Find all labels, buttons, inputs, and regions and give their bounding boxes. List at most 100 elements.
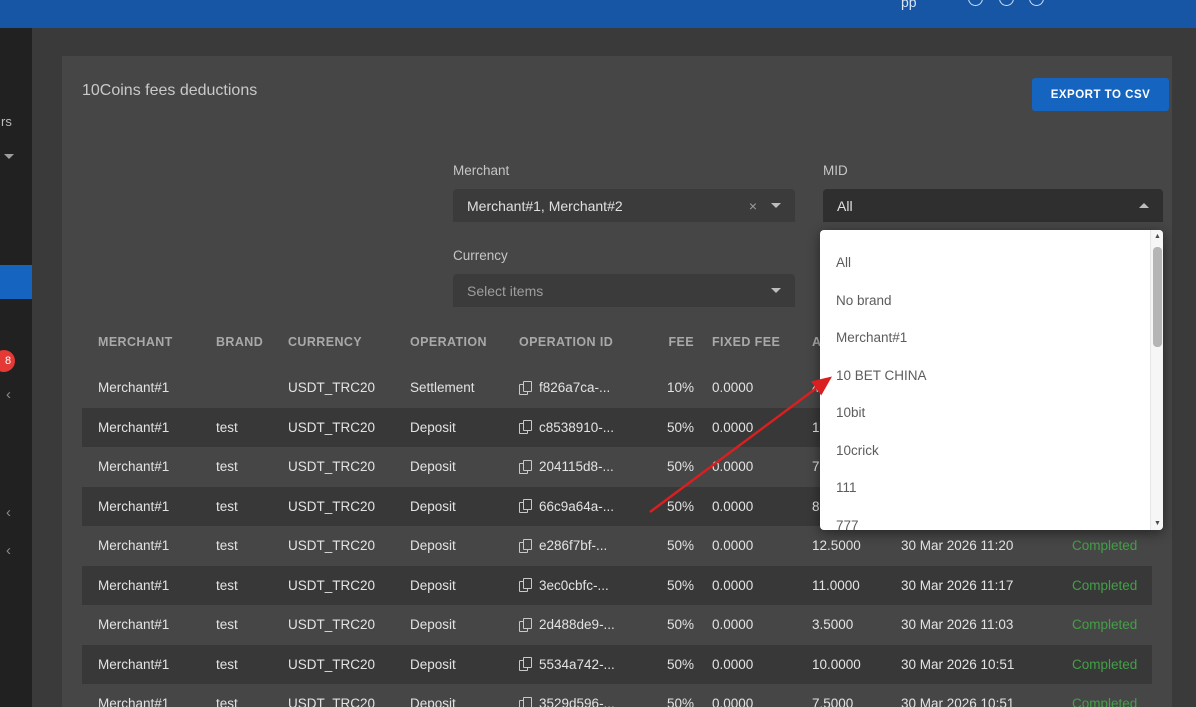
mid-select-value: All (837, 198, 1139, 214)
cell-operation-id: e286f7bf-... (519, 526, 607, 566)
topbar-icon-3[interactable] (1029, 0, 1044, 6)
operation-id-text: f826a7ca-... (539, 380, 610, 395)
cell-fixed-fee: 0.0000 (712, 487, 753, 527)
cell-operation-id: 66c9a64a-... (519, 487, 614, 527)
mid-dropdown-option[interactable]: 10crick (820, 432, 1163, 470)
cell-brand: test (216, 487, 238, 527)
table-row: Merchant#1testUSDT_TRC20Deposit3529d596-… (82, 684, 1152, 707)
cell-operation-id: 204115d8-... (519, 447, 614, 487)
mid-dropdown-list: AllNo brandMerchant#110 BET CHINA10bit10… (820, 244, 1163, 530)
cell-operation: Deposit (410, 408, 456, 448)
cell-date: 30 Mar 2026 10:51 (901, 684, 1014, 707)
copy-icon[interactable] (519, 657, 531, 671)
chevron-down-icon[interactable] (4, 154, 14, 159)
cell-amount: 7 (812, 447, 820, 487)
cell-merchant: Merchant#1 (98, 526, 169, 566)
operation-id-text: e286f7bf-... (539, 538, 607, 553)
mid-dropdown-option[interactable]: 111 (820, 469, 1163, 507)
copy-icon[interactable] (519, 539, 531, 553)
mid-select[interactable]: All (823, 189, 1163, 222)
cell-amount: 3.5000 (812, 605, 853, 645)
cell-operation: Deposit (410, 487, 456, 527)
mid-dropdown-option[interactable]: 10 BET CHINA (820, 357, 1163, 395)
cell-fee: 50% (602, 645, 694, 685)
scroll-down-icon[interactable] (1151, 520, 1163, 527)
clear-icon[interactable] (749, 198, 757, 214)
copy-icon[interactable] (519, 618, 531, 632)
cell-status: Completed (1072, 645, 1137, 685)
mid-dropdown-option[interactable]: Merchant#1 (820, 319, 1163, 357)
topbar-icon-1[interactable] (968, 0, 983, 6)
chevron-left-icon[interactable]: ‹ (6, 504, 11, 521)
chevron-left-icon[interactable]: ‹ (6, 386, 11, 403)
cell-amount: 12.5000 (812, 526, 861, 566)
sidebar-item-label-fragment: rs (1, 114, 12, 129)
currency-select[interactable]: Select items (453, 274, 795, 307)
cell-operation: Deposit (410, 526, 456, 566)
table-row: Merchant#1testUSDT_TRC20Deposit2d488de9-… (82, 605, 1152, 645)
sidebar-active-item[interactable] (0, 265, 32, 299)
copy-icon[interactable] (519, 697, 531, 707)
copy-icon[interactable] (519, 460, 531, 474)
scroll-up-icon[interactable] (1151, 233, 1163, 240)
cell-operation: Settlement (410, 368, 475, 408)
cell-operation-id: c8538910-... (519, 408, 614, 448)
mid-dropdown-option[interactable]: 777 (820, 507, 1163, 531)
header-fee: FEE (602, 328, 694, 356)
merchant-select[interactable]: Merchant#1, Merchant#2 (453, 189, 795, 222)
cell-amount: 8 (812, 487, 820, 527)
copy-icon[interactable] (519, 499, 531, 513)
copy-icon[interactable] (519, 578, 531, 592)
cell-amount: 4 (812, 368, 820, 408)
export-to-csv-button[interactable]: EXPORT TO CSV (1032, 78, 1169, 111)
cell-status: Completed (1072, 605, 1137, 645)
chevron-left-icon[interactable]: ‹ (6, 542, 11, 559)
table-row: Merchant#1testUSDT_TRC20Deposite286f7bf-… (82, 526, 1152, 566)
header-operation: OPERATION (410, 328, 487, 356)
copy-icon[interactable] (519, 381, 531, 395)
scrollbar-thumb[interactable] (1153, 247, 1162, 347)
cell-merchant: Merchant#1 (98, 487, 169, 527)
cell-amount: 1 (812, 408, 820, 448)
cell-operation-id: f826a7ca-... (519, 368, 610, 408)
dropdown-scrollbar[interactable] (1150, 230, 1163, 530)
cell-merchant: Merchant#1 (98, 408, 169, 448)
mid-dropdown-option[interactable]: All (820, 244, 1163, 282)
currency-select-placeholder: Select items (467, 283, 771, 299)
chevron-up-icon[interactable] (1139, 203, 1149, 208)
cell-amount: 10.0000 (812, 645, 861, 685)
cell-merchant: Merchant#1 (98, 368, 169, 408)
cell-currency: USDT_TRC20 (288, 368, 375, 408)
cell-operation-id: 3ec0cbfc-... (519, 566, 609, 606)
cell-brand: test (216, 684, 238, 707)
cell-date: 30 Mar 2026 11:20 (901, 526, 1013, 566)
mid-dropdown: AllNo brandMerchant#110 BET CHINA10bit10… (820, 230, 1163, 530)
mid-dropdown-option[interactable]: No brand (820, 282, 1163, 320)
header-fixed-fee: FIXED FEE (712, 328, 780, 356)
chevron-down-icon[interactable] (771, 288, 781, 293)
cell-date: 30 Mar 2026 11:17 (901, 566, 1013, 606)
cell-brand: test (216, 605, 238, 645)
cell-fixed-fee: 0.0000 (712, 566, 753, 606)
merchant-select-value: Merchant#1, Merchant#2 (467, 198, 749, 214)
cell-merchant: Merchant#1 (98, 605, 169, 645)
mid-filter-label: MID (823, 163, 848, 178)
cell-operation-id: 3529d596-... (519, 684, 615, 707)
cell-fixed-fee: 0.0000 (712, 684, 753, 707)
cell-operation: Deposit (410, 645, 456, 685)
cell-fee: 50% (602, 487, 694, 527)
cell-fee: 50% (602, 605, 694, 645)
topbar-icon-2[interactable] (999, 0, 1014, 6)
cell-status: Completed (1072, 526, 1137, 566)
copy-icon[interactable] (519, 420, 531, 434)
cell-fixed-fee: 0.0000 (712, 526, 753, 566)
cell-fixed-fee: 0.0000 (712, 408, 753, 448)
topbar: pp (0, 0, 1196, 28)
cell-fixed-fee: 0.0000 (712, 447, 753, 487)
cell-operation: Deposit (410, 566, 456, 606)
sidebar: rs 8 ‹ ‹ ‹ (0, 28, 32, 707)
cell-brand: test (216, 566, 238, 606)
chevron-down-icon[interactable] (771, 203, 781, 208)
cell-currency: USDT_TRC20 (288, 645, 375, 685)
mid-dropdown-option[interactable]: 10bit (820, 394, 1163, 432)
